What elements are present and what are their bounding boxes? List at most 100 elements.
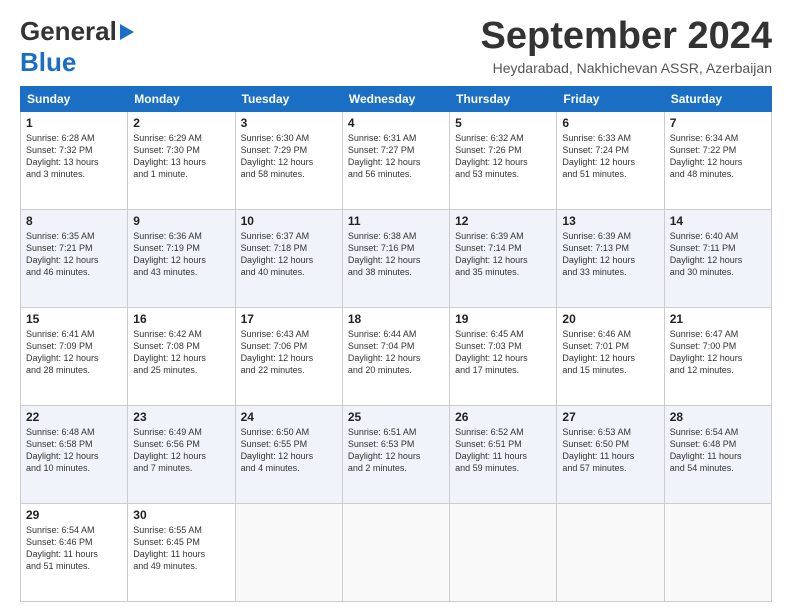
day-number: 6 — [562, 116, 658, 130]
day-number: 5 — [455, 116, 551, 130]
col-sunday: Sunday — [21, 87, 128, 112]
logo-blue-text: Blue — [20, 47, 76, 77]
month-title: September 2024 — [481, 16, 773, 58]
table-row: 28 Sunrise: 6:54 AMSunset: 6:48 PMDayligh… — [664, 406, 771, 504]
table-row: 19 Sunrise: 6:45 AMSunset: 7:03 PMDayligh… — [450, 308, 557, 406]
day-info: Sunrise: 6:33 AMSunset: 7:24 PMDaylight:… — [562, 132, 658, 181]
col-tuesday: Tuesday — [235, 87, 342, 112]
day-info: Sunrise: 6:49 AMSunset: 6:56 PMDaylight:… — [133, 426, 229, 475]
table-row: 18Sunrise: 6:44 AMSunset: 7:04 PMDayligh… — [342, 308, 449, 406]
day-number: 14 — [670, 214, 766, 228]
day-number: 21 — [670, 312, 766, 326]
day-info: Sunrise: 6:54 AMSunset: 6:48 PMDaylight:… — [670, 426, 766, 475]
day-info: Sunrise: 6:32 AMSunset: 7:26 PMDaylight:… — [455, 132, 551, 181]
col-thursday: Thursday — [450, 87, 557, 112]
day-number: 7 — [670, 116, 766, 130]
day-info: Sunrise: 6:34 AMSunset: 7:22 PMDaylight:… — [670, 132, 766, 181]
day-info: Sunrise: 6:35 AMSunset: 7:21 PMDaylight:… — [26, 230, 122, 279]
table-row: 7 Sunrise: 6:34 AMSunset: 7:22 PMDaylight… — [664, 112, 771, 210]
table-row: 10Sunrise: 6:37 AMSunset: 7:18 PMDayligh… — [235, 210, 342, 308]
table-row: 17 Sunrise: 6:43 AMSunset: 7:06 PMDayligh… — [235, 308, 342, 406]
day-info: Sunrise: 6:43 AMSunset: 7:06 PMDaylight:… — [241, 328, 337, 377]
day-info: Sunrise: 6:45 AMSunset: 7:03 PMDaylight:… — [455, 328, 551, 377]
day-number: 27 — [562, 410, 658, 424]
day-info: Sunrise: 6:52 AMSunset: 6:51 PMDaylight:… — [455, 426, 551, 475]
table-row: 3 Sunrise: 6:30 AMSunset: 7:29 PMDaylight… — [235, 112, 342, 210]
table-row: 6 Sunrise: 6:33 AMSunset: 7:24 PMDaylight… — [557, 112, 664, 210]
day-info: Sunrise: 6:28 AMSunset: 7:32 PMDaylight:… — [26, 132, 122, 181]
day-number: 24 — [241, 410, 337, 424]
day-info: Sunrise: 6:54 AMSunset: 6:46 PMDaylight:… — [26, 524, 122, 573]
header: General Blue September 2024 Heydarabad, … — [20, 16, 772, 78]
table-row: 26 Sunrise: 6:52 AMSunset: 6:51 PMDayligh… — [450, 406, 557, 504]
day-info: Sunrise: 6:29 AMSunset: 7:30 PMDaylight:… — [133, 132, 229, 181]
day-number: 22 — [26, 410, 122, 424]
table-row: 27 Sunrise: 6:53 AMSunset: 6:50 PMDayligh… — [557, 406, 664, 504]
calendar-week-row: 1Sunrise: 6:28 AMSunset: 7:32 PMDaylight… — [21, 112, 772, 210]
col-monday: Monday — [128, 87, 235, 112]
col-saturday: Saturday — [664, 87, 771, 112]
location: Heydarabad, Nakhichevan ASSR, Azerbaijan — [481, 60, 773, 76]
table-row: 9 Sunrise: 6:36 AMSunset: 7:19 PMDaylight… — [128, 210, 235, 308]
day-number: 16 — [133, 312, 229, 326]
day-number: 28 — [670, 410, 766, 424]
table-row — [450, 504, 557, 602]
table-row: 30 Sunrise: 6:55 AMSunset: 6:45 PMDayligh… — [128, 504, 235, 602]
day-number: 25 — [348, 410, 444, 424]
day-number: 10 — [241, 214, 337, 228]
day-number: 23 — [133, 410, 229, 424]
day-number: 3 — [241, 116, 337, 130]
day-number: 13 — [562, 214, 658, 228]
day-number: 8 — [26, 214, 122, 228]
day-info: Sunrise: 6:42 AMSunset: 7:08 PMDaylight:… — [133, 328, 229, 377]
table-row: 21 Sunrise: 6:47 AMSunset: 7:00 PMDayligh… — [664, 308, 771, 406]
table-row: 23 Sunrise: 6:49 AMSunset: 6:56 PMDayligh… — [128, 406, 235, 504]
day-number: 9 — [133, 214, 229, 228]
table-row: 14 Sunrise: 6:40 AMSunset: 7:11 PMDayligh… — [664, 210, 771, 308]
calendar-week-row: 29Sunrise: 6:54 AMSunset: 6:46 PMDayligh… — [21, 504, 772, 602]
day-info: Sunrise: 6:38 AMSunset: 7:16 PMDaylight:… — [348, 230, 444, 279]
table-row: 12 Sunrise: 6:39 AMSunset: 7:14 PMDayligh… — [450, 210, 557, 308]
logo-arrow-icon — [120, 24, 134, 40]
day-info: Sunrise: 6:30 AMSunset: 7:29 PMDaylight:… — [241, 132, 337, 181]
calendar-week-row: 15 Sunrise: 6:41 AMSunset: 7:09 PMDayligh… — [21, 308, 772, 406]
table-row: 1Sunrise: 6:28 AMSunset: 7:32 PMDaylight… — [21, 112, 128, 210]
table-row: 22 Sunrise: 6:48 AMSunset: 6:58 PMDayligh… — [21, 406, 128, 504]
day-number: 12 — [455, 214, 551, 228]
col-wednesday: Wednesday — [342, 87, 449, 112]
day-number: 18 — [348, 312, 444, 326]
table-row — [342, 504, 449, 602]
table-row: 11Sunrise: 6:38 AMSunset: 7:16 PMDayligh… — [342, 210, 449, 308]
table-row: 15 Sunrise: 6:41 AMSunset: 7:09 PMDayligh… — [21, 308, 128, 406]
day-number: 30 — [133, 508, 229, 522]
table-row — [235, 504, 342, 602]
logo: General Blue — [20, 16, 134, 78]
page: General Blue September 2024 Heydarabad, … — [0, 0, 792, 612]
title-section: September 2024 Heydarabad, Nakhichevan A… — [481, 16, 773, 76]
calendar-table: Sunday Monday Tuesday Wednesday Thursday… — [20, 86, 772, 602]
day-info: Sunrise: 6:55 AMSunset: 6:45 PMDaylight:… — [133, 524, 229, 573]
day-info: Sunrise: 6:47 AMSunset: 7:00 PMDaylight:… — [670, 328, 766, 377]
table-row: 24 Sunrise: 6:50 AMSunset: 6:55 PMDayligh… — [235, 406, 342, 504]
day-info: Sunrise: 6:41 AMSunset: 7:09 PMDaylight:… — [26, 328, 122, 377]
day-number: 19 — [455, 312, 551, 326]
table-row: 2Sunrise: 6:29 AMSunset: 7:30 PMDaylight… — [128, 112, 235, 210]
table-row: 16 Sunrise: 6:42 AMSunset: 7:08 PMDayligh… — [128, 308, 235, 406]
logo-general-text: General — [20, 16, 117, 47]
table-row: 8 Sunrise: 6:35 AMSunset: 7:21 PMDaylight… — [21, 210, 128, 308]
table-row: 25 Sunrise: 6:51 AMSunset: 6:53 PMDayligh… — [342, 406, 449, 504]
table-row: 5 Sunrise: 6:32 AMSunset: 7:26 PMDaylight… — [450, 112, 557, 210]
day-number: 4 — [348, 116, 444, 130]
day-info: Sunrise: 6:50 AMSunset: 6:55 PMDaylight:… — [241, 426, 337, 475]
day-info: Sunrise: 6:53 AMSunset: 6:50 PMDaylight:… — [562, 426, 658, 475]
day-info: Sunrise: 6:48 AMSunset: 6:58 PMDaylight:… — [26, 426, 122, 475]
day-info: Sunrise: 6:39 AMSunset: 7:14 PMDaylight:… — [455, 230, 551, 279]
day-info: Sunrise: 6:40 AMSunset: 7:11 PMDaylight:… — [670, 230, 766, 279]
day-info: Sunrise: 6:36 AMSunset: 7:19 PMDaylight:… — [133, 230, 229, 279]
day-info: Sunrise: 6:51 AMSunset: 6:53 PMDaylight:… — [348, 426, 444, 475]
day-info: Sunrise: 6:39 AMSunset: 7:13 PMDaylight:… — [562, 230, 658, 279]
table-row: 20Sunrise: 6:46 AMSunset: 7:01 PMDayligh… — [557, 308, 664, 406]
day-number: 15 — [26, 312, 122, 326]
day-number: 17 — [241, 312, 337, 326]
day-number: 26 — [455, 410, 551, 424]
